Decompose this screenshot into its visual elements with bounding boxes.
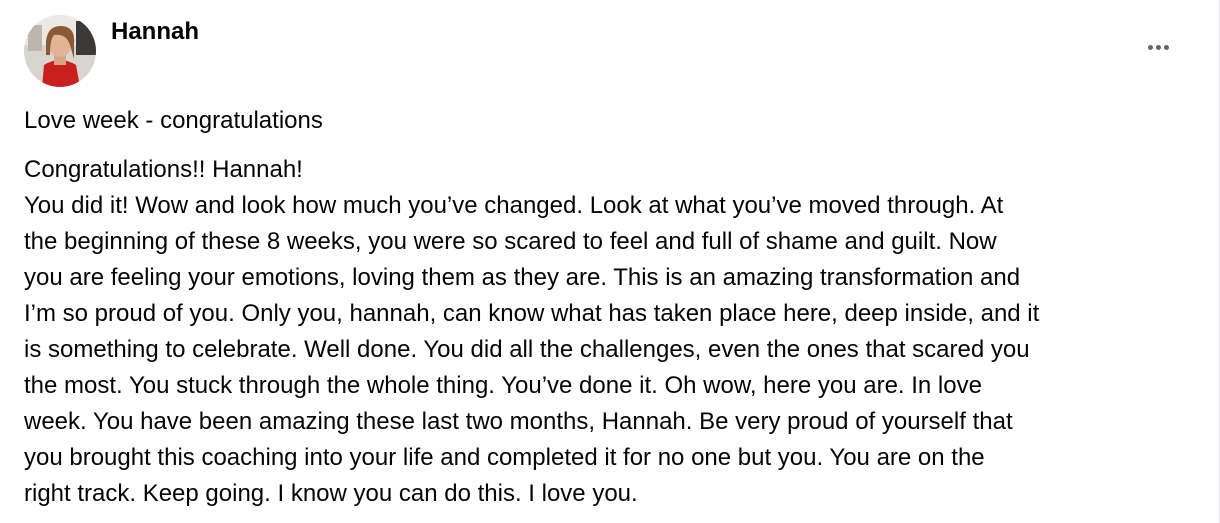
post-body-line: you are feeling your emotions, loving th… xyxy=(24,264,1021,291)
post-body-line: I’m so proud of you. Only you, hannah, c… xyxy=(24,300,1040,327)
author-name[interactable]: Hannah xyxy=(111,18,199,46)
avatar[interactable] xyxy=(24,15,96,87)
post-body-line: week. You have been amazing these last t… xyxy=(24,408,1013,435)
post-greeting: Congratulations!! Hannah! xyxy=(24,156,303,183)
post-card: Hannah Love week - congratulations Congr… xyxy=(0,0,1220,523)
post-title: Love week - congratulations xyxy=(24,107,323,134)
post-body-line: You did it! Wow and look how much you’ve… xyxy=(24,192,1004,219)
ellipsis-icon xyxy=(1155,44,1161,50)
post-body-line: right track. Keep going. I know you can … xyxy=(24,480,638,507)
more-options-button[interactable] xyxy=(1138,32,1178,62)
post-body-line: is something to celebrate. Well done. Yo… xyxy=(24,336,1030,363)
profile-photo-icon xyxy=(24,15,96,87)
post-body-line: the most. You stuck through the whole th… xyxy=(24,372,982,399)
post-body-line: you brought this coaching into your life… xyxy=(24,444,985,471)
post-body: Congratulations!! Hannah! You did it! Wo… xyxy=(24,152,1196,512)
ellipsis-icon xyxy=(1163,44,1169,50)
post-body-line: the beginning of these 8 weeks, you were… xyxy=(24,228,997,255)
ellipsis-icon xyxy=(1147,44,1153,50)
